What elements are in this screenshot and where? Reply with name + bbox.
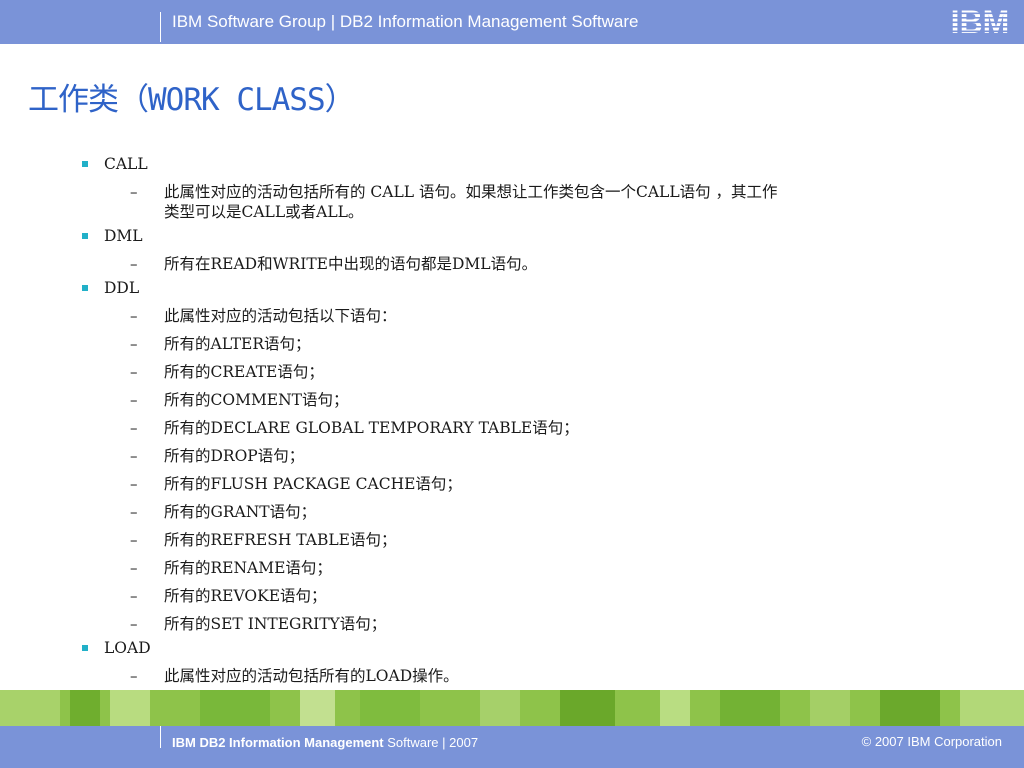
bullet-icon	[82, 645, 88, 651]
decor-block	[810, 690, 850, 726]
decor-block	[300, 690, 335, 726]
sub-item-text: 所有的DECLARE GLOBAL TEMPORARY TABLE语句；	[164, 419, 579, 437]
sub-item-text: 所有的REFRESH TABLE语句；	[164, 531, 397, 549]
decor-block	[660, 690, 690, 726]
decor-block	[960, 690, 1024, 726]
item-label: CALL	[104, 155, 148, 173]
dash-icon: –	[130, 183, 138, 201]
item-label: DDL	[104, 279, 140, 297]
decor-block	[0, 690, 60, 726]
decor-block	[560, 690, 615, 726]
dash-icon: –	[130, 503, 138, 521]
dash-icon: –	[130, 475, 138, 493]
footer-divider	[160, 726, 161, 748]
decor-block	[360, 690, 420, 726]
dash-icon: –	[130, 335, 138, 353]
sub-item-text: 所有的DROP语句；	[164, 447, 305, 465]
footer-brand-rest: Software | 2007	[383, 735, 479, 750]
content-list: CALL – 此属性对应的活动包括所有的 CALL 语句。如果想让工作类包含一个CA…	[0, 0, 1024, 768]
footer-bar: IBM DB2 Information Management Software …	[0, 726, 1024, 768]
decor-block	[200, 690, 270, 726]
sub-item-text: 此属性对应的活动包括以下语句：	[164, 307, 397, 325]
sub-item-text: 所有的GRANT语句；	[164, 503, 317, 521]
sub-item-text: 类型可以是CALL或者ALL。	[164, 203, 364, 221]
sub-item-text: 所有的CREATE语句；	[164, 363, 324, 381]
sub-item-text: 此属性对应的活动包括所有的 CALL 语句。如果想让工作类包含一个CALL语句 …	[164, 183, 778, 201]
bullet-icon	[82, 285, 88, 291]
bullet-icon	[82, 161, 88, 167]
dash-icon: –	[130, 419, 138, 437]
decor-block	[110, 690, 150, 726]
dash-icon: –	[130, 255, 138, 273]
sub-item-text: 所有的RENAME语句；	[164, 559, 332, 577]
footer-brand: IBM DB2 Information Management Software …	[172, 735, 478, 750]
decor-block	[720, 690, 780, 726]
dash-icon: –	[130, 391, 138, 409]
dash-icon: –	[130, 667, 138, 685]
footer-brand-bold: IBM DB2 Information Management	[172, 735, 384, 750]
sub-item-text: 所有的FLUSH PACKAGE CACHE语句；	[164, 475, 462, 493]
dash-icon: –	[130, 307, 138, 325]
dash-icon: –	[130, 447, 138, 465]
sub-item-text: 所有的REVOKE语句；	[164, 587, 327, 605]
dash-icon: –	[130, 559, 138, 577]
item-label: DML	[104, 227, 143, 245]
dash-icon: –	[130, 531, 138, 549]
dash-icon: –	[130, 363, 138, 381]
sub-item-text: 此属性对应的活动包括所有的LOAD操作。	[164, 667, 459, 685]
dash-icon: –	[130, 615, 138, 633]
item-label: LOAD	[104, 639, 151, 657]
dash-icon: –	[130, 587, 138, 605]
sub-item-text: 所有的COMMENT语句；	[164, 391, 349, 409]
decor-block	[480, 690, 520, 726]
decor-block	[70, 690, 100, 726]
bullet-icon	[82, 233, 88, 239]
footer-copyright: © 2007 IBM Corporation	[861, 734, 1002, 749]
green-decor-strip	[0, 690, 1024, 726]
sub-item-text: 所有在READ和WRITE中出现的语句都是DML语句。	[164, 255, 538, 273]
sub-item-text: 所有的SET INTEGRITY语句；	[164, 615, 387, 633]
decor-block	[880, 690, 940, 726]
sub-item-text: 所有的ALTER语句；	[164, 335, 311, 353]
